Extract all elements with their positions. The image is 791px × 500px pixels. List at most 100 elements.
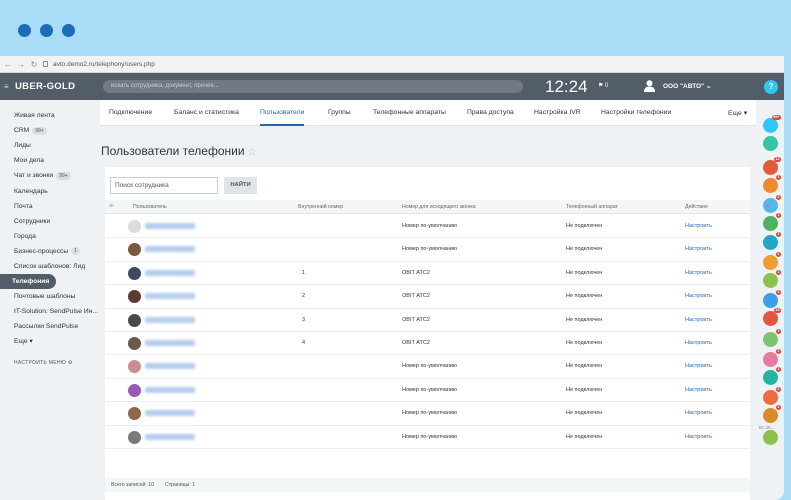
chat-contact-avatar[interactable]: 1 (763, 270, 781, 288)
user-name-blurred[interactable] (145, 386, 195, 393)
chat-contact-avatar[interactable]: 1 (763, 175, 781, 193)
window-dot-close[interactable] (18, 24, 31, 37)
col-outgoing[interactable]: Номер для исходящего звонка (402, 204, 476, 210)
back-icon[interactable]: ← (4, 60, 12, 69)
configure-link[interactable]: Настроить (685, 410, 712, 416)
user-icon[interactable] (644, 80, 655, 92)
sidebar-item[interactable]: Бизнес-процессы 1 (0, 244, 100, 259)
user-name-blurred[interactable] (145, 316, 195, 323)
configure-link[interactable]: Настроить (685, 293, 712, 299)
col-user[interactable]: Пользователь (133, 204, 167, 210)
sidebar-item[interactable]: Лиды (0, 138, 100, 153)
search-input[interactable]: искать сотрудника, документ, прочее... (103, 80, 523, 93)
sidebar-item[interactable]: Список шаблонов: Лид (0, 259, 100, 274)
configure-link[interactable]: Настроить (685, 434, 712, 440)
tab-item[interactable]: Баланс и статистика (174, 109, 239, 116)
user-name-blurred[interactable] (145, 340, 195, 346)
col-phone[interactable]: Телефонный аппарат (566, 204, 618, 210)
chat-contact-avatar[interactable]: 99+ (763, 115, 781, 133)
table-row[interactable]: Номер по-умолчанию Не подключен Настроить (105, 215, 750, 239)
tab-item[interactable]: Телефонные аппараты (373, 109, 446, 116)
window-dot-maximize[interactable] (62, 24, 75, 37)
setup-menu-link[interactable]: НАСТРОИТЬ МЕНЮ ⚙ (0, 360, 100, 366)
chat-contact-avatar[interactable] (763, 136, 778, 151)
user-name-blurred[interactable] (145, 246, 195, 253)
sidebar-item[interactable]: Почтовые шаблоны (0, 289, 100, 304)
flag-counter[interactable]: ⚑ 0 (598, 82, 608, 89)
table-row[interactable]: 2 OBIT АТС2 Не подключен Настроить (105, 285, 750, 309)
user-name-blurred[interactable] (145, 433, 195, 440)
chat-contact-avatar[interactable]: 1 (763, 405, 781, 423)
sidebar-item[interactable]: Почта (0, 199, 100, 214)
configure-link[interactable]: Настроить (685, 317, 712, 323)
chat-contact-avatar[interactable]: 1 (763, 349, 781, 367)
configure-link[interactable]: Настроить (685, 246, 712, 252)
menu-icon[interactable]: ≡ (4, 82, 12, 91)
sidebar-item-label: Города (14, 232, 36, 240)
window-dot-minimize[interactable] (40, 24, 53, 37)
table-row[interactable]: 1 OBIT АТС2 Не подключен Настроить (105, 262, 750, 286)
tab-item[interactable]: Настройки телефонии (601, 109, 671, 116)
tab-item[interactable]: Подключение (109, 109, 152, 116)
user-name-blurred[interactable] (145, 410, 195, 417)
tab-item[interactable]: Пользователи (260, 109, 304, 116)
user-name-blurred[interactable] (145, 293, 195, 300)
configure-link[interactable]: Настроить (685, 270, 712, 276)
configure-link[interactable]: Настроить (685, 223, 712, 229)
address-bar[interactable]: ← → ↻ avto.demo2.ru/telephony/users.php (0, 56, 784, 73)
find-button[interactable]: НАЙТИ (224, 177, 257, 194)
url-text[interactable]: avto.demo2.ru/telephony/users.php (53, 61, 155, 68)
user-name-blurred[interactable] (145, 223, 195, 229)
tab-item[interactable]: Группы (328, 109, 351, 116)
chat-contact-avatar[interactable]: 1 (763, 329, 781, 347)
sidebar-item[interactable]: IT-Solution: SendPulse Ин... (0, 304, 100, 319)
cell-phone: Не подключен (566, 269, 603, 276)
sidebar-item[interactable]: Телефония (0, 274, 56, 290)
col-actions[interactable]: Действия (685, 204, 708, 210)
employee-search-input[interactable]: Поиск сотрудника (110, 177, 218, 194)
table-row[interactable]: 3 OBIT АТС2 Не подключен Настроить (105, 309, 750, 332)
chat-contact-avatar[interactable]: 15 (763, 308, 781, 326)
sidebar-item[interactable]: Города (0, 229, 100, 244)
forward-icon[interactable]: → (17, 60, 25, 69)
table-row[interactable]: Номер по-умолчанию Не подключен Настроить (105, 355, 750, 379)
chat-contact-avatar[interactable]: 1 (763, 290, 781, 308)
sidebar-item[interactable]: Еще ▾ (0, 334, 100, 349)
chat-contact-avatar[interactable]: 1 (763, 252, 781, 270)
sidebar-item[interactable]: Чат и звонки 99+ (0, 168, 100, 183)
reload-icon[interactable]: ↻ (30, 60, 38, 69)
configure-link[interactable]: Настроить (685, 363, 712, 369)
sidebar-item[interactable]: Живая лента (0, 108, 100, 123)
table-row[interactable]: 4 OBIT АТС2 Не подключен Настроить (105, 332, 750, 356)
sidebar-item[interactable]: Сотрудники (0, 214, 100, 229)
tab-item[interactable]: Еще ▾ (728, 109, 747, 117)
help-button[interactable]: ? (764, 80, 778, 94)
user-name-blurred[interactable] (145, 269, 195, 276)
col-extension[interactable]: Внутренний номер (298, 204, 343, 210)
configure-link[interactable]: Настроить (685, 340, 712, 346)
table-row[interactable]: Номер по-умолчанию Не подключен Настроить (105, 426, 750, 449)
sidebar-item[interactable]: Рассылки SendPulse (0, 319, 100, 334)
sidebar-item[interactable]: Мои дела (0, 153, 100, 168)
grid-settings-icon[interactable]: ≡· (109, 203, 115, 210)
chat-contact-avatar[interactable]: 1 (763, 367, 781, 385)
logo[interactable]: UBER-GOLD (15, 81, 98, 92)
favorite-star-icon[interactable]: ☆ (248, 147, 257, 158)
clock[interactable]: 12:24 (545, 77, 588, 97)
tab-item[interactable]: Права доступа (467, 109, 514, 116)
tab-item[interactable]: Настройка IVR (534, 109, 581, 116)
rightbar-search-icon[interactable]: ⌕ (766, 201, 770, 211)
chat-contact-avatar[interactable]: 1 (763, 387, 781, 405)
sidebar-item[interactable]: Календарь (0, 183, 100, 198)
configure-link[interactable]: Настроить (685, 387, 712, 393)
table-row[interactable]: Номер по-умолчанию Не подключен Настроить (105, 238, 750, 262)
table-row[interactable]: Номер по-умолчанию Не подключен Настроить (105, 402, 750, 426)
table-row[interactable]: Номер по-умолчанию Не подключен Настроить (105, 379, 750, 403)
chat-contact-avatar[interactable] (763, 430, 778, 445)
user-name[interactable]: ООО "АВТО" ⌄ (663, 82, 711, 90)
user-name-blurred[interactable] (145, 363, 195, 370)
chat-contact-avatar[interactable]: 1 (763, 213, 781, 231)
sidebar-item[interactable]: CRM 99+ (0, 123, 100, 138)
chat-contact-avatar[interactable]: 1 (763, 232, 781, 250)
chat-contact-avatar[interactable]: 12 (763, 157, 781, 175)
